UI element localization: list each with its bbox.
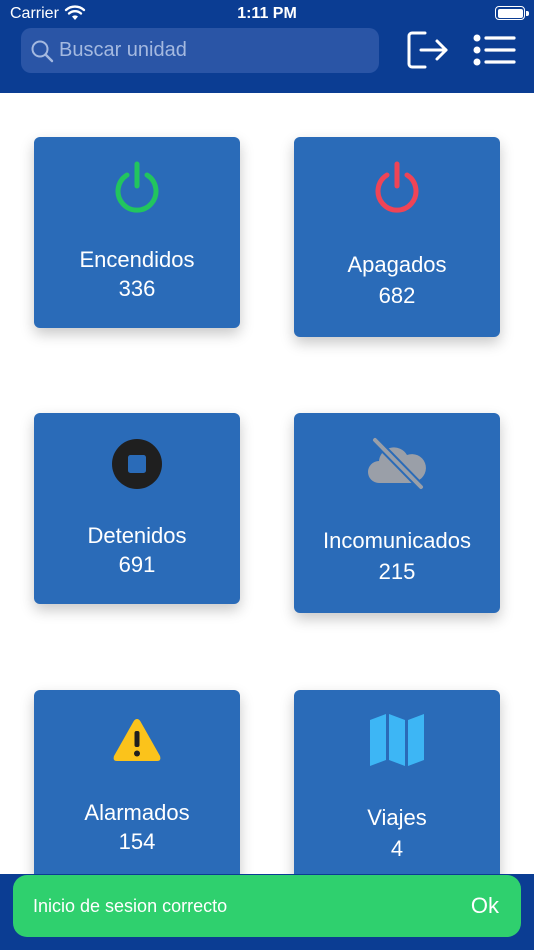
logout-icon[interactable] bbox=[405, 30, 451, 70]
search-icon bbox=[31, 40, 54, 63]
warning-icon bbox=[113, 719, 161, 761]
card-label: Alarmados bbox=[84, 800, 190, 825]
power-icon bbox=[115, 161, 159, 213]
card-label: Encendidos bbox=[79, 247, 195, 272]
card-incomunicados[interactable]: Incomunicados 215 bbox=[294, 413, 500, 613]
card-count: 154 bbox=[118, 829, 156, 854]
card-label: Incomunicados bbox=[323, 528, 471, 553]
toast-ok-button[interactable]: Ok bbox=[471, 893, 499, 919]
card-viajes[interactable]: Viajes 4 bbox=[294, 690, 500, 890]
toast-snackbar: Inicio de sesion correcto Ok bbox=[13, 875, 521, 937]
card-count: 336 bbox=[118, 276, 156, 301]
card-count: 682 bbox=[378, 283, 416, 308]
card-count: 691 bbox=[118, 552, 156, 577]
stop-icon bbox=[112, 439, 162, 489]
card-alarmados[interactable]: Alarmados 154 bbox=[34, 690, 240, 881]
card-count: 215 bbox=[378, 559, 416, 584]
status-bar: Carrier 1:11 PM bbox=[0, 0, 534, 28]
toast-message: Inicio de sesion correcto bbox=[33, 896, 228, 916]
cloud-slash-icon bbox=[368, 436, 426, 491]
card-label: Apagados bbox=[347, 252, 447, 277]
card-apagados[interactable]: Apagados 682 bbox=[294, 137, 500, 337]
card-detenidos[interactable]: Detenidos 691 bbox=[34, 413, 240, 604]
search-input[interactable] bbox=[59, 28, 369, 73]
search-box[interactable] bbox=[21, 28, 379, 73]
list-menu-icon[interactable] bbox=[472, 33, 517, 67]
card-encendidos[interactable]: Encendidos 336 bbox=[34, 137, 240, 328]
card-label: Viajes bbox=[367, 805, 427, 830]
card-count: 4 bbox=[390, 836, 404, 861]
clock: 1:11 PM bbox=[237, 5, 297, 22]
app-header: Carrier 1:11 PM bbox=[0, 0, 534, 93]
map-icon bbox=[370, 714, 424, 766]
battery-icon bbox=[495, 6, 529, 20]
power-icon bbox=[375, 161, 419, 213]
card-label: Detenidos bbox=[87, 523, 187, 548]
